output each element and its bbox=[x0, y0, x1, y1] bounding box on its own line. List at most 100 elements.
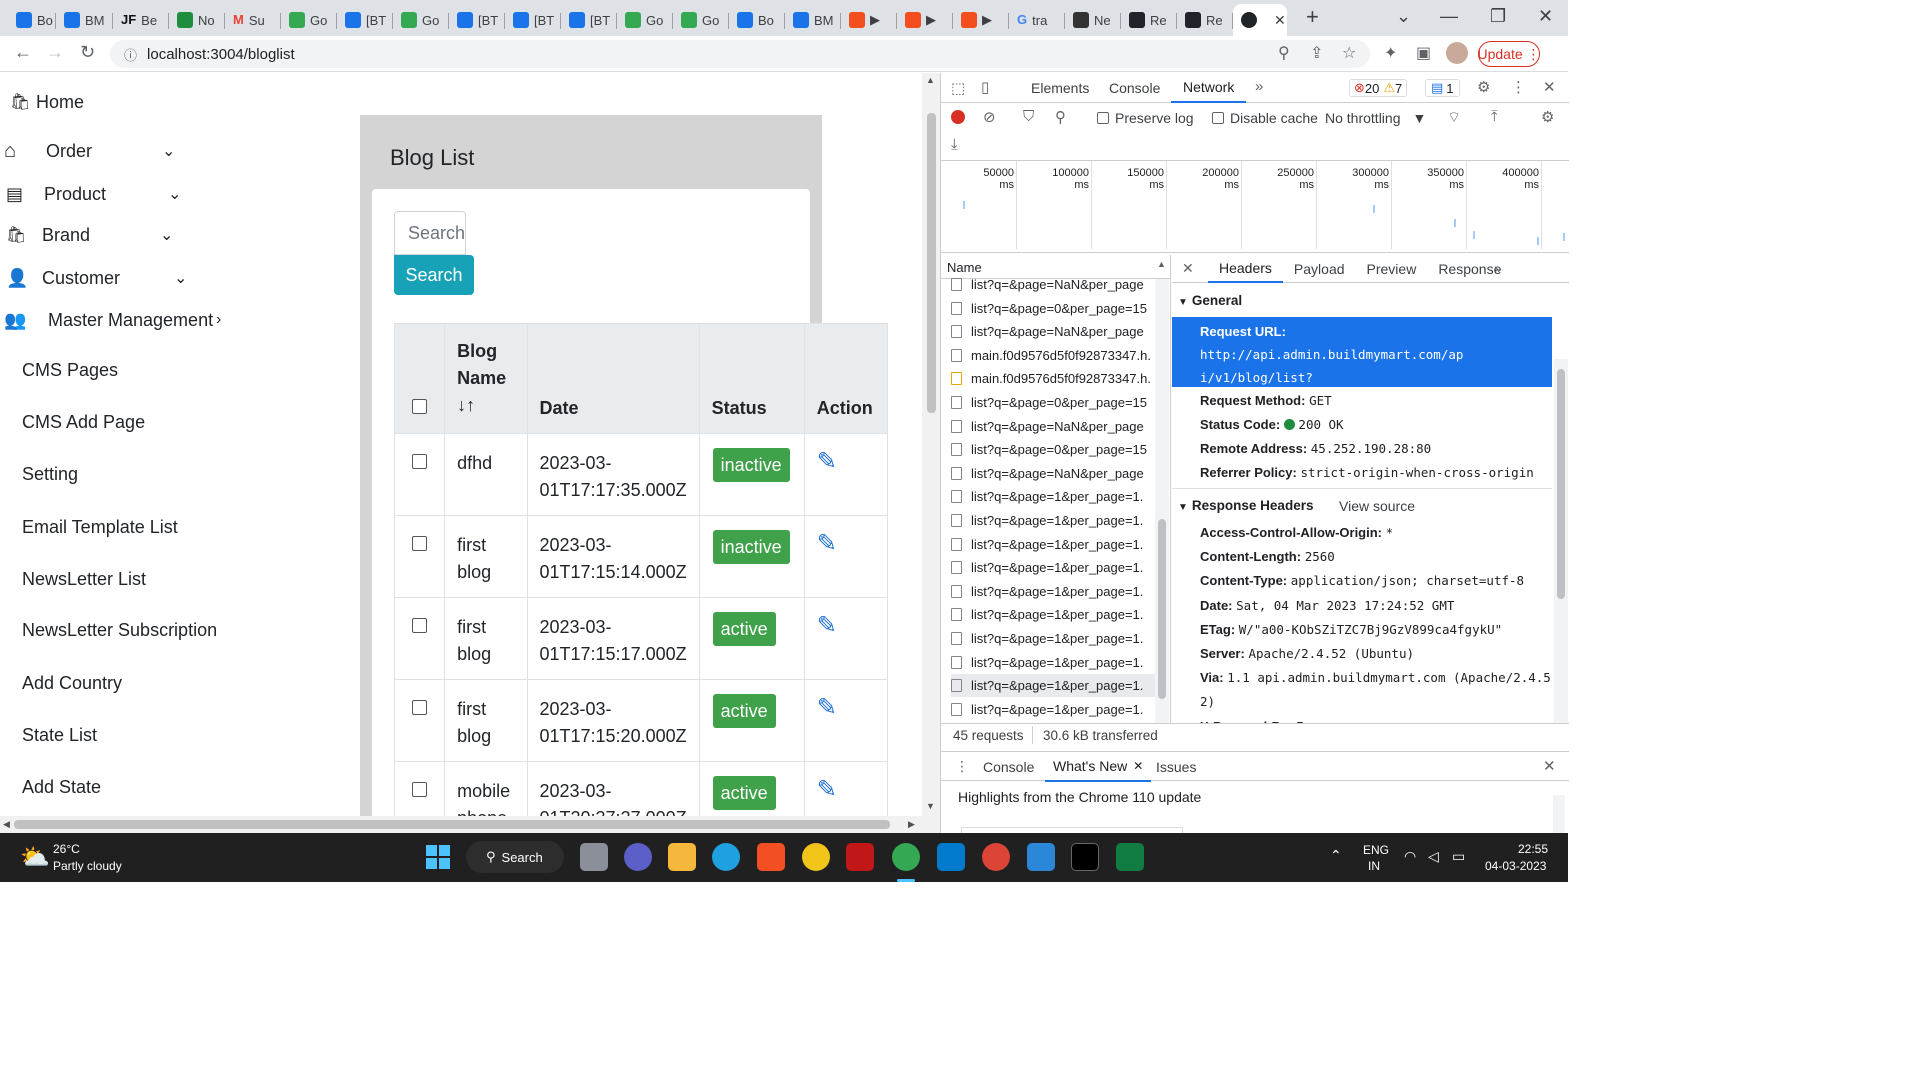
request-list-scrollbar[interactable] bbox=[1155, 279, 1169, 745]
search-button[interactable]: Search bbox=[394, 255, 474, 295]
disable-cache-checkbox[interactable] bbox=[1212, 112, 1224, 124]
request-row[interactable]: list?q=&page=1&per_page=1. bbox=[951, 603, 1156, 626]
request-row[interactable]: list?q=&page=0&per_page=15 bbox=[951, 297, 1156, 320]
scroll-right-arrow-icon[interactable]: ▶ bbox=[908, 819, 915, 830]
issues-counter[interactable]: ⊗ 20 ⚠ 7 bbox=[1349, 79, 1408, 97]
search-input[interactable]: Search bbox=[394, 211, 466, 255]
taskbar-search[interactable]: ⚲ Search bbox=[466, 841, 564, 873]
browser-tab[interactable]: M Su bbox=[225, 5, 281, 35]
drawer-scrollbar[interactable] bbox=[1553, 795, 1565, 833]
sort-icon[interactable]: ↓↑ bbox=[457, 395, 475, 415]
address-bar[interactable]: ⓘ localhost:3004/bloglist bbox=[110, 40, 1370, 68]
back-icon[interactable]: ← bbox=[14, 42, 32, 63]
tab-elements[interactable]: Elements bbox=[1031, 73, 1089, 103]
scroll-thumb[interactable] bbox=[14, 820, 890, 829]
preserve-log-toggle[interactable]: Preserve log bbox=[1097, 110, 1194, 126]
update-button[interactable]: Update ⋮ bbox=[1477, 41, 1541, 67]
export-har-icon[interactable]: ⤓ bbox=[951, 136, 958, 153]
tab-network[interactable]: Network bbox=[1171, 73, 1247, 103]
browser-tab[interactable]: Bo bbox=[0, 5, 56, 35]
close-tab-icon[interactable]: ✕ bbox=[1274, 12, 1286, 29]
browser-tab[interactable]: BM bbox=[785, 5, 841, 35]
detail-scrollbar[interactable] bbox=[1554, 359, 1568, 731]
extensions-icon[interactable]: ✦ bbox=[1384, 43, 1397, 63]
forward-icon[interactable]: → bbox=[46, 42, 64, 63]
close-devtools-icon[interactable]: ✕ bbox=[1543, 78, 1556, 96]
request-row[interactable]: list?q=&page=1&per_page=1. bbox=[951, 580, 1156, 603]
mcafee-icon[interactable] bbox=[846, 843, 874, 871]
request-row[interactable]: list?q=&page=0&per_page=15 bbox=[951, 438, 1156, 461]
request-row[interactable]: list?q=&page=1&per_page=1. bbox=[951, 509, 1156, 532]
volume-icon[interactable]: ◁ bbox=[1428, 848, 1439, 865]
close-tab-icon[interactable]: ✕ bbox=[1133, 759, 1143, 773]
device-toolbar-icon[interactable]: ▯ bbox=[981, 78, 989, 96]
page-horizontal-scrollbar[interactable]: ◀ ▶ bbox=[0, 816, 922, 833]
browser-tab[interactable]: Gtra bbox=[1009, 5, 1065, 35]
browser-tab[interactable]: [BT bbox=[449, 5, 505, 35]
sidebar-subitem-add-state[interactable]: Add State bbox=[22, 777, 101, 798]
browser-tab[interactable]: [BT bbox=[561, 5, 617, 35]
column-status[interactable]: Status bbox=[698, 323, 805, 434]
import-har-icon[interactable]: ⤒ bbox=[1491, 108, 1498, 125]
response-headers-section-header[interactable]: ▼ Response Headers bbox=[1178, 498, 1313, 513]
request-row[interactable]: list?q=&page=1&per_page=1. bbox=[951, 533, 1156, 556]
browser-tab[interactable]: Go bbox=[673, 5, 729, 35]
row-checkbox[interactable] bbox=[412, 618, 428, 633]
sidebar-subitem-add-country[interactable]: Add Country bbox=[22, 673, 122, 694]
request-row[interactable]: list?q=&page=0&per_page=15 bbox=[951, 391, 1156, 414]
request-row[interactable]: main.f0d9576d5f0f92873347.h. bbox=[951, 367, 1156, 390]
request-row[interactable]: list?q=&page=NaN&per_page bbox=[951, 415, 1156, 438]
sidebar-item-customer[interactable]: 👤 Customer ⌄ bbox=[0, 263, 200, 293]
more-tabs-icon[interactable]: » bbox=[1255, 78, 1263, 95]
more-detail-tabs-icon[interactable]: » bbox=[1494, 260, 1502, 276]
sidebar-subitem-cms-pages[interactable]: CMS Pages bbox=[22, 360, 118, 381]
browser-tab[interactable]: Go bbox=[393, 5, 449, 35]
status-badge[interactable]: inactive bbox=[712, 530, 790, 564]
inspect-element-icon[interactable]: ⬚ bbox=[951, 79, 965, 97]
browser-tab-active[interactable]: ✕ bbox=[1233, 4, 1287, 36]
teams-chat-icon[interactable] bbox=[624, 843, 652, 871]
request-row[interactable]: list?q=&page=NaN&per_page bbox=[951, 462, 1156, 485]
browser-tab[interactable]: Re bbox=[1121, 5, 1177, 35]
tab-search-chevron-icon[interactable]: ⌄ bbox=[1396, 6, 1411, 27]
sidebar-item-brand[interactable]: 🛍 Brand ⌄ bbox=[0, 220, 200, 250]
chrome-icon[interactable] bbox=[892, 843, 920, 871]
vscode-icon[interactable] bbox=[937, 843, 965, 871]
browser-tab[interactable]: ▶ bbox=[897, 5, 953, 35]
scroll-thumb[interactable] bbox=[927, 113, 936, 413]
file-explorer-icon[interactable] bbox=[668, 843, 696, 871]
sidebar-subitem-email-template-list[interactable]: Email Template List bbox=[22, 517, 178, 538]
scroll-left-arrow-icon[interactable]: ◀ bbox=[3, 819, 10, 830]
sidebar-item-product[interactable]: ▤ Product ⌄ bbox=[0, 179, 200, 209]
clock-time[interactable]: 22:55 bbox=[1518, 842, 1548, 856]
bookmark-star-icon[interactable]: ☆ bbox=[1342, 43, 1356, 63]
sidebar-item-home[interactable]: 🛍 Home bbox=[0, 87, 200, 117]
edit-icon[interactable]: ✎ bbox=[817, 694, 837, 721]
drawer-tab-whats-new[interactable]: What's New ✕ bbox=[1045, 752, 1152, 782]
network-conditions-icon[interactable]: ⌔ bbox=[1447, 108, 1461, 127]
browser-tab[interactable]: ▶ bbox=[841, 5, 897, 35]
request-url-row[interactable]: Request URL: http://api.admin.buildmymar… bbox=[1172, 317, 1552, 431]
weather-condition[interactable]: Partly cloudy bbox=[53, 859, 122, 873]
sidebar-item-master-management[interactable]: 👥 Master Management › bbox=[0, 305, 240, 335]
browser-tab[interactable]: Bo bbox=[729, 5, 785, 35]
filter-icon[interactable]: ⛉ bbox=[1023, 108, 1034, 125]
edit-icon[interactable]: ✎ bbox=[817, 448, 837, 475]
side-panel-icon[interactable]: ▣ bbox=[1416, 43, 1431, 63]
browser-tab[interactable]: Re bbox=[1177, 5, 1233, 35]
browser-tab[interactable]: Ne bbox=[1065, 5, 1121, 35]
close-detail-icon[interactable]: ✕ bbox=[1182, 260, 1194, 277]
detail-tab-preview[interactable]: Preview bbox=[1356, 255, 1428, 283]
status-badge[interactable]: active bbox=[712, 612, 776, 646]
maximize-icon[interactable]: ❐ bbox=[1490, 6, 1506, 27]
select-all-checkbox[interactable] bbox=[412, 399, 428, 414]
scroll-thumb[interactable] bbox=[1158, 519, 1166, 699]
edit-icon[interactable]: ✎ bbox=[817, 530, 837, 557]
window-close-icon[interactable]: ✕ bbox=[1538, 6, 1553, 27]
wifi-icon[interactable]: ◠ bbox=[1404, 848, 1416, 865]
reload-icon[interactable]: ↻ bbox=[80, 42, 95, 63]
drawer-menu-icon[interactable]: ⋮ bbox=[955, 758, 969, 775]
weather-icon[interactable]: ⛅ bbox=[20, 843, 50, 872]
sidebar-subitem-cms-add-page[interactable]: CMS Add Page bbox=[22, 412, 145, 433]
request-row[interactable]: list?q=&page=1&per_page=1. bbox=[951, 698, 1156, 721]
